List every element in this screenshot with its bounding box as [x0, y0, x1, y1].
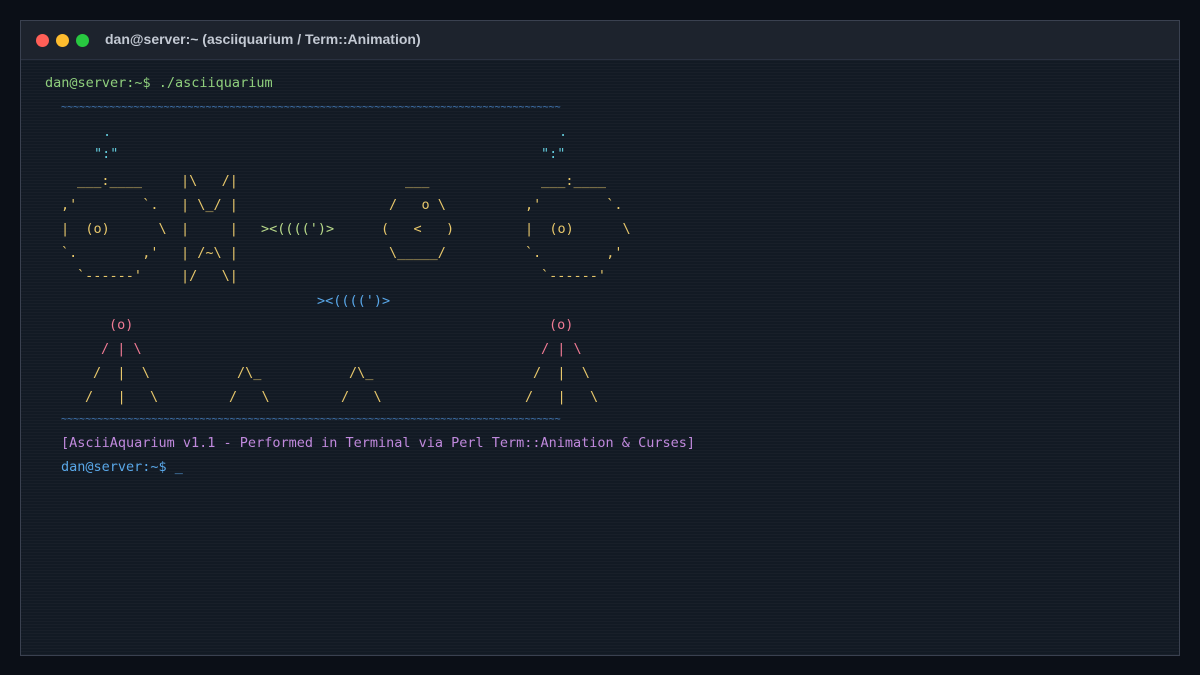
bubble-right-top: .	[559, 124, 568, 140]
whale-right-line-4: `. ,'	[525, 245, 623, 261]
castle-right-line-4: / | \	[525, 389, 599, 405]
water-surface: ~~~~~~~~~~~~~~~~~~~~~~~~~~~~~~~~~~~~~~~~…	[61, 102, 561, 113]
fish-tall-line-3: | |	[181, 221, 238, 237]
whale-right-line-2: ,' `.	[525, 197, 623, 213]
maximize-button[interactable]	[76, 34, 89, 47]
rock-2-top: /\_	[349, 365, 374, 381]
window-title: dan@server:~ (asciiquarium / Term::Anima…	[105, 31, 421, 47]
pufferfish-line-3: ( < )	[381, 221, 455, 237]
rock-2-bottom: / \	[341, 389, 382, 405]
water-floor: ~~~~~~~~~~~~~~~~~~~~~~~~~~~~~~~~~~~~~~~~…	[61, 414, 561, 425]
bubble-right: ":"	[541, 146, 566, 162]
castle-right-line-2: / | \	[541, 341, 582, 357]
castle-left-line-3: / | \	[93, 365, 150, 381]
command-line: dan@server:~$ ./asciiquarium	[45, 75, 273, 91]
bubble-left-top: .	[103, 124, 112, 140]
terminal-area[interactable]: dan@server:~$ ./asciiquarium ~~~~~~~~~~~…	[21, 60, 1179, 655]
banner-text: [AsciiAquarium v1.1 - Performed in Termi…	[61, 435, 695, 451]
pufferfish-line-1: ___	[405, 173, 430, 189]
castle-left-top: (o)	[109, 317, 134, 333]
castle-left-line-2: / | \	[101, 341, 142, 357]
whale-right-line-5: `------'	[541, 268, 607, 284]
rock-1-top: /\_	[237, 365, 262, 381]
whale-right-line-3: | (o) \	[525, 221, 631, 237]
castle-right-line-3: / | \	[533, 365, 590, 381]
whale-left-line-4: `. ,'	[61, 245, 159, 261]
whale-left-line-1: ___:____	[77, 173, 143, 189]
fish-tall-line-2: | \_/ |	[181, 197, 238, 213]
close-button[interactable]	[36, 34, 49, 47]
whale-left-line-3: | (o) \	[61, 221, 167, 237]
castle-right-top: (o)	[549, 317, 574, 333]
terminal-window: dan@server:~ (asciiquarium / Term::Anima…	[20, 20, 1180, 656]
pufferfish-line-2: / o \	[389, 197, 446, 213]
pufferfish-line-4: \_____/	[389, 245, 446, 261]
small-fish-2: ><((((')>	[317, 293, 391, 309]
fish-tall-line-4: | /~\ |	[181, 245, 238, 261]
minimize-button[interactable]	[56, 34, 69, 47]
small-fish-1: ><((((')>	[261, 221, 335, 237]
whale-left-line-5: `------'	[77, 268, 143, 284]
whale-right-line-1: ___:____	[541, 173, 607, 189]
fish-tall-line-1: |\ /|	[181, 173, 238, 189]
bubble-left: ":"	[94, 146, 119, 162]
castle-left-line-4: / | \	[85, 389, 159, 405]
whale-left-line-2: ,' `.	[61, 197, 159, 213]
fish-tall-line-5: |/ \|	[181, 268, 238, 284]
title-bar: dan@server:~ (asciiquarium / Term::Anima…	[21, 21, 1179, 60]
shell-prompt[interactable]: dan@server:~$ _	[61, 459, 183, 475]
rock-1-bottom: / \	[229, 389, 270, 405]
